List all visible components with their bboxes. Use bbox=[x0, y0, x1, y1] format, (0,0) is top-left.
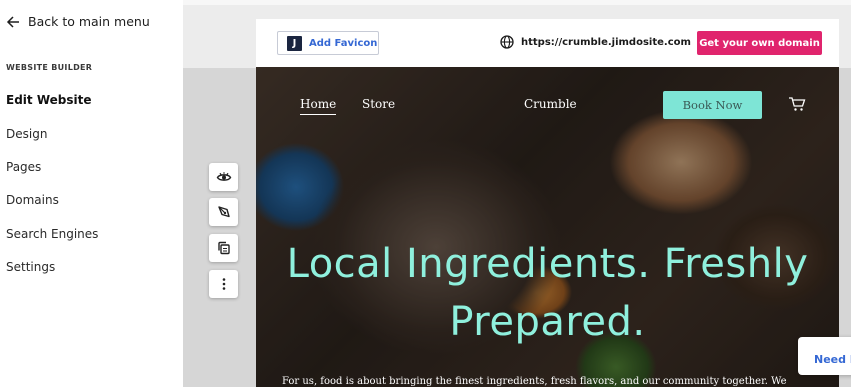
more-icon bbox=[222, 278, 225, 290]
sidebar-item-pages[interactable]: Pages bbox=[6, 160, 41, 174]
sidebar-item-settings[interactable]: Settings bbox=[6, 260, 55, 274]
sidebar: Back to main menu WEBSITE BUILDER Edit W… bbox=[0, 0, 183, 387]
hero-title-line-1: Local Ingredients. Freshly bbox=[286, 241, 809, 287]
site-header-bar: J Add Favicon https://crumble.jimdosite.… bbox=[256, 19, 839, 67]
get-own-domain-button[interactable]: Get your own domain bbox=[697, 31, 822, 55]
cart-icon[interactable] bbox=[788, 96, 806, 112]
globe-icon bbox=[500, 35, 514, 49]
jimdo-logo-icon: J bbox=[287, 35, 302, 51]
eye-icon bbox=[216, 172, 231, 181]
hero-title-line-2: Prepared. bbox=[449, 299, 646, 345]
site-url[interactable]: https://crumble.jimdosite.com bbox=[500, 35, 691, 49]
back-to-main-menu-link[interactable]: Back to main menu bbox=[6, 14, 150, 29]
back-link-label: Back to main menu bbox=[28, 14, 150, 29]
sidebar-item-domains[interactable]: Domains bbox=[6, 193, 59, 207]
nav-link-store[interactable]: Store bbox=[362, 97, 395, 111]
paint-icon bbox=[217, 206, 230, 218]
more-options-button[interactable] bbox=[209, 270, 238, 298]
need-help-label: Need help? bbox=[814, 353, 851, 366]
site-brand[interactable]: Crumble bbox=[524, 97, 577, 111]
section-title: WEBSITE BUILDER bbox=[6, 63, 93, 72]
add-favicon-label: Add Favicon bbox=[309, 37, 378, 49]
hero-body-text[interactable]: For us, food is about bringing the fines… bbox=[282, 376, 839, 387]
hero-title[interactable]: Local Ingredients. Freshly Prepared. bbox=[256, 235, 839, 351]
sidebar-item-edit-website[interactable]: Edit Website bbox=[6, 93, 91, 107]
preview-tool-button[interactable] bbox=[209, 163, 238, 191]
hero-section[interactable]: Home Store Crumble Book Now Local Ingred… bbox=[256, 67, 839, 387]
arrow-left-icon bbox=[6, 15, 19, 28]
nav-link-home[interactable]: Home bbox=[300, 97, 337, 115]
site-navigation: Home Store Crumble Book Now bbox=[256, 67, 839, 142]
duplicate-tool-button[interactable] bbox=[209, 234, 238, 262]
add-favicon-button[interactable]: J Add Favicon bbox=[277, 31, 379, 55]
copy-icon bbox=[217, 241, 230, 255]
sidebar-item-search-engines[interactable]: Search Engines bbox=[6, 227, 98, 241]
site-url-text: https://crumble.jimdosite.com bbox=[521, 36, 691, 48]
canvas-top-strip bbox=[183, 0, 851, 5]
need-help-button[interactable]: Need help? bbox=[798, 337, 851, 375]
book-now-button[interactable]: Book Now bbox=[663, 91, 762, 119]
sidebar-item-design[interactable]: Design bbox=[6, 127, 47, 141]
design-tool-button[interactable] bbox=[209, 198, 238, 226]
